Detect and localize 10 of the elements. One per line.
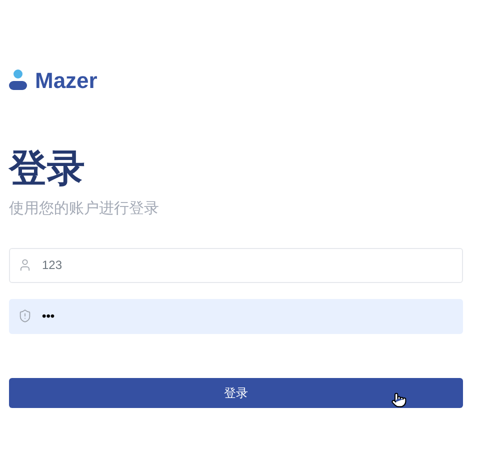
shield-icon bbox=[18, 309, 32, 323]
login-button[interactable]: 登录 bbox=[9, 378, 463, 408]
page-title: 登录 bbox=[9, 147, 86, 192]
page-subtitle: 使用您的账户进行登录 bbox=[9, 199, 160, 219]
user-logo-icon bbox=[9, 69, 27, 91]
user-icon bbox=[18, 258, 32, 272]
hand-cursor-icon bbox=[391, 392, 407, 408]
brand-name: Mazer bbox=[35, 66, 98, 94]
username-field[interactable]: 123 bbox=[9, 248, 463, 282]
password-field[interactable]: ••• bbox=[9, 298, 463, 334]
